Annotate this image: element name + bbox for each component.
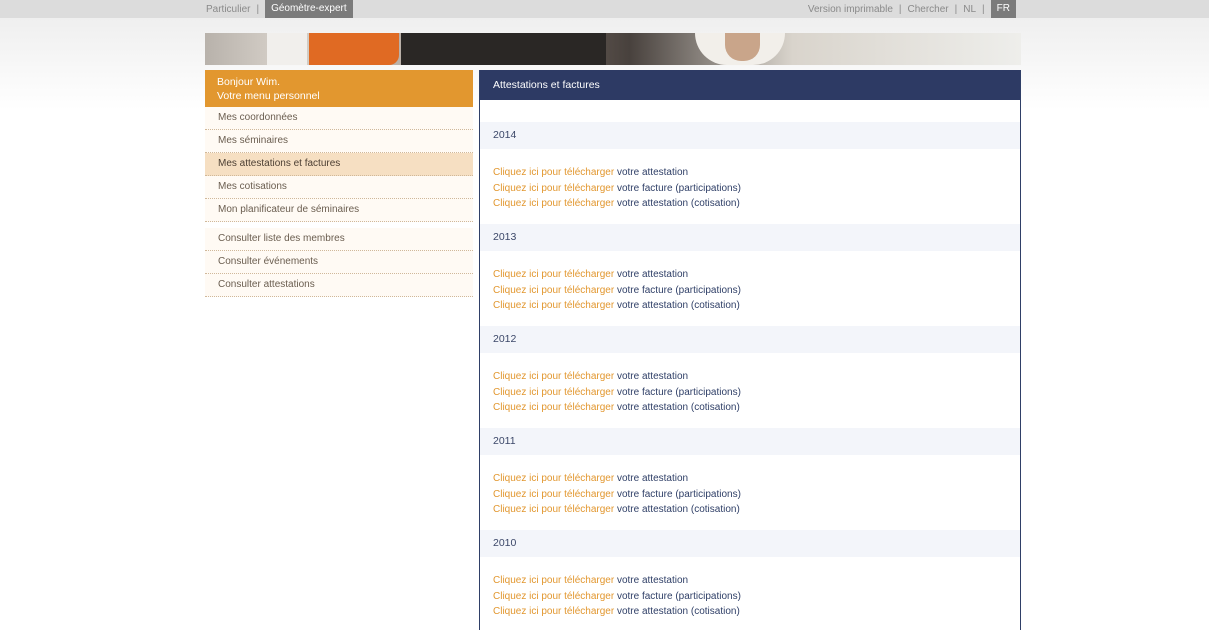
- personal-menu: Bonjour Wim. Votre menu personnel Mes co…: [205, 70, 473, 297]
- document-label: votre attestation: [616, 575, 689, 586]
- particulier-link[interactable]: Particulier: [200, 4, 256, 15]
- document-label: votre attestation: [616, 371, 689, 382]
- menu-subtitle: Votre menu personnel: [217, 90, 320, 102]
- year-section: 2010 Cliquez ici pour télécharger votre …: [480, 530, 1020, 632]
- document-label: votre facture (participations): [616, 488, 741, 500]
- language-fr-link[interactable]: FR: [990, 0, 1016, 18]
- download-cotisation-link[interactable]: Cliquez ici pour télécharger votre attes…: [493, 196, 1007, 212]
- document-label: votre attestation (cotisation): [616, 402, 740, 413]
- document-label: votre attestation (cotisation): [616, 504, 740, 515]
- year-heading: 2014: [480, 122, 1020, 149]
- menu-item-liste-membres[interactable]: Consulter liste des membres: [205, 228, 473, 251]
- document-label: votre attestation (cotisation): [616, 198, 740, 209]
- download-links: Cliquez ici pour télécharger votre attes…: [480, 353, 1020, 428]
- download-cotisation-link[interactable]: Cliquez ici pour télécharger votre attes…: [493, 400, 1007, 416]
- separator: |: [256, 3, 260, 15]
- download-cotisation-link[interactable]: Cliquez ici pour télécharger votre attes…: [493, 298, 1007, 314]
- print-version-link[interactable]: Version imprimable: [804, 4, 897, 15]
- year-heading: 2013: [480, 224, 1020, 251]
- year-section: 2014 Cliquez ici pour télécharger votre …: [480, 122, 1020, 224]
- year-heading: 2010: [480, 530, 1020, 557]
- download-cta[interactable]: Cliquez ici pour télécharger: [493, 402, 614, 413]
- download-attestation-link[interactable]: Cliquez ici pour télécharger votre attes…: [493, 369, 1007, 385]
- menu-item-attestations-factures[interactable]: Mes attestations et factures: [205, 153, 473, 176]
- download-links: Cliquez ici pour télécharger votre attes…: [480, 251, 1020, 326]
- separator: |: [982, 3, 985, 15]
- download-cta[interactable]: Cliquez ici pour télécharger: [493, 606, 614, 617]
- document-label: votre facture (participations): [616, 386, 741, 398]
- content-panel: Attestations et factures 2014 Cliquez ic…: [479, 70, 1021, 630]
- menu-item-evenements[interactable]: Consulter événements: [205, 251, 473, 274]
- separator: |: [954, 3, 958, 15]
- download-cta[interactable]: Cliquez ici pour télécharger: [493, 198, 614, 209]
- header-banner-image: [205, 33, 1021, 65]
- document-label: votre facture (participations): [616, 590, 741, 602]
- download-facture-link[interactable]: Cliquez ici pour télécharger votre factu…: [493, 487, 1007, 503]
- year-section: 2013 Cliquez ici pour télécharger votre …: [480, 224, 1020, 326]
- year-heading: 2012: [480, 326, 1020, 353]
- download-cta[interactable]: Cliquez ici pour télécharger: [493, 591, 614, 602]
- document-label: votre attestation: [616, 167, 689, 178]
- utility-links: Version imprimable | Chercher | NL | FR: [804, 0, 1016, 18]
- download-cta[interactable]: Cliquez ici pour télécharger: [493, 504, 614, 515]
- search-link[interactable]: Chercher: [904, 4, 953, 15]
- download-cta[interactable]: Cliquez ici pour télécharger: [493, 575, 614, 586]
- download-cta[interactable]: Cliquez ici pour télécharger: [493, 285, 614, 296]
- download-cta[interactable]: Cliquez ici pour télécharger: [493, 473, 614, 484]
- download-cta[interactable]: Cliquez ici pour télécharger: [493, 269, 614, 280]
- banner-image-detail: [309, 33, 399, 65]
- document-label: votre attestation: [616, 473, 689, 484]
- download-facture-link[interactable]: Cliquez ici pour télécharger votre factu…: [493, 181, 1007, 197]
- language-nl-link[interactable]: NL: [959, 4, 980, 15]
- download-cta[interactable]: Cliquez ici pour télécharger: [493, 489, 614, 500]
- document-label: votre attestation: [616, 269, 689, 280]
- document-label: votre attestation (cotisation): [616, 300, 740, 311]
- banner-image-detail: [401, 33, 606, 65]
- title-spacer: [480, 100, 1020, 122]
- menu-item-planificateur[interactable]: Mon planificateur de séminaires: [205, 199, 473, 222]
- download-cotisation-link[interactable]: Cliquez ici pour télécharger votre attes…: [493, 502, 1007, 518]
- download-cta[interactable]: Cliquez ici pour télécharger: [493, 387, 614, 398]
- greeting-text: Bonjour Wim.: [217, 76, 281, 88]
- download-attestation-link[interactable]: Cliquez ici pour télécharger votre attes…: [493, 471, 1007, 487]
- audience-switch: Particulier | Géomètre-expert: [200, 0, 353, 18]
- download-cta[interactable]: Cliquez ici pour télécharger: [493, 183, 614, 194]
- year-heading: 2011: [480, 428, 1020, 455]
- download-attestation-link[interactable]: Cliquez ici pour télécharger votre attes…: [493, 573, 1007, 589]
- download-attestation-link[interactable]: Cliquez ici pour télécharger votre attes…: [493, 267, 1007, 283]
- download-cta[interactable]: Cliquez ici pour télécharger: [493, 300, 614, 311]
- menu-item-coordonnees[interactable]: Mes coordonnées: [205, 107, 473, 130]
- document-label: votre facture (participations): [616, 182, 741, 194]
- document-label: votre attestation (cotisation): [616, 606, 740, 617]
- download-links: Cliquez ici pour télécharger votre attes…: [480, 149, 1020, 224]
- download-links: Cliquez ici pour télécharger votre attes…: [480, 455, 1020, 530]
- separator: |: [898, 3, 902, 15]
- download-cotisation-link[interactable]: Cliquez ici pour télécharger votre attes…: [493, 604, 1007, 620]
- download-links: Cliquez ici pour télécharger votre attes…: [480, 557, 1020, 632]
- download-facture-link[interactable]: Cliquez ici pour télécharger votre factu…: [493, 283, 1007, 299]
- download-attestation-link[interactable]: Cliquez ici pour télécharger votre attes…: [493, 165, 1007, 181]
- download-cta[interactable]: Cliquez ici pour télécharger: [493, 371, 614, 382]
- banner-image-detail: [267, 33, 307, 65]
- year-section: 2012 Cliquez ici pour télécharger votre …: [480, 326, 1020, 428]
- menu-item-seminaires[interactable]: Mes séminaires: [205, 130, 473, 153]
- download-cta[interactable]: Cliquez ici pour télécharger: [493, 167, 614, 178]
- year-section: 2011 Cliquez ici pour télécharger votre …: [480, 428, 1020, 530]
- geometre-expert-link[interactable]: Géomètre-expert: [265, 0, 353, 18]
- menu-item-cotisations[interactable]: Mes cotisations: [205, 176, 473, 199]
- download-facture-link[interactable]: Cliquez ici pour télécharger votre factu…: [493, 589, 1007, 605]
- page-title: Attestations et factures: [480, 70, 1020, 100]
- banner-image-detail: [725, 33, 760, 61]
- document-label: votre facture (participations): [616, 284, 741, 296]
- download-facture-link[interactable]: Cliquez ici pour télécharger votre factu…: [493, 385, 1007, 401]
- top-navigation-bar: Particulier | Géomètre-expert Version im…: [0, 0, 1209, 18]
- menu-item-consulter-attestations[interactable]: Consulter attestations: [205, 274, 473, 297]
- personal-menu-header: Bonjour Wim. Votre menu personnel: [205, 70, 473, 107]
